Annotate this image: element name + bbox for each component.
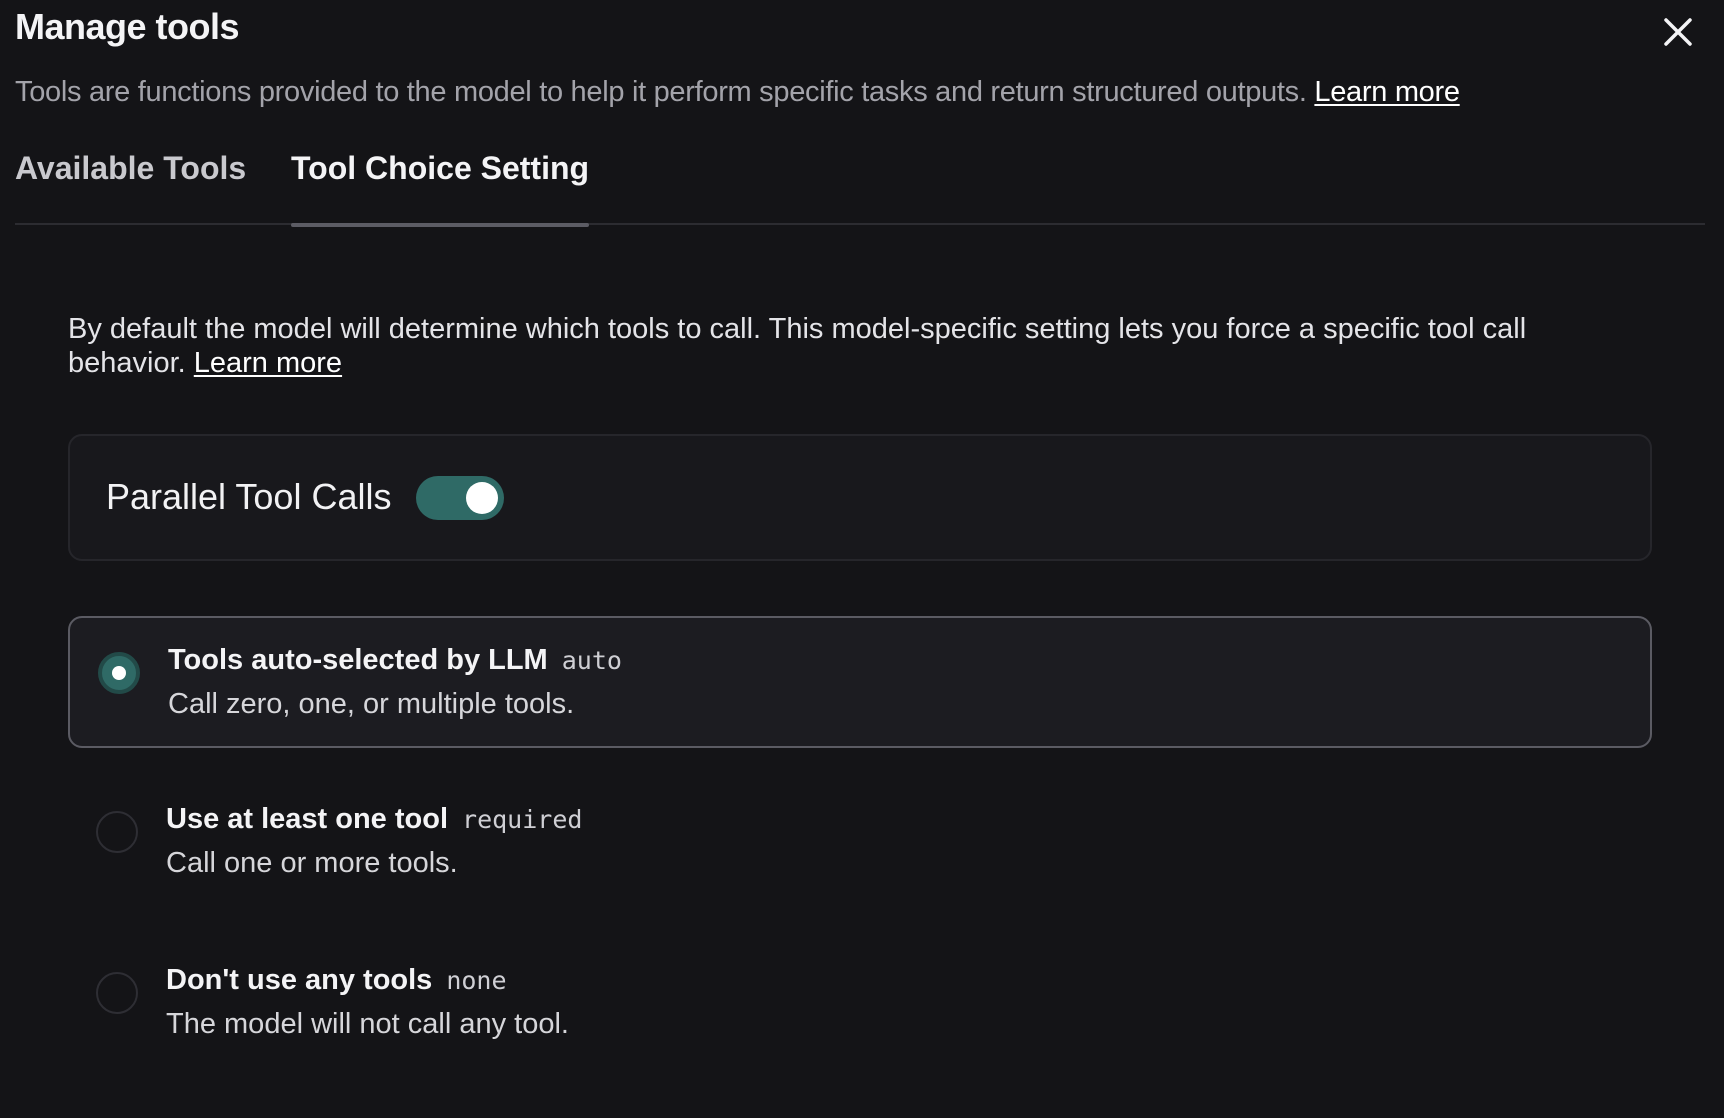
radio-none[interactable] [96, 972, 138, 1014]
option-required-label: Use at least one tool [166, 803, 449, 835]
option-none[interactable]: Don't use any tools none The model will n… [68, 938, 1652, 1070]
close-icon [1664, 18, 1692, 46]
option-none-code: none [446, 966, 507, 995]
subtitle-learn-more-link[interactable]: Learn more [1314, 76, 1460, 108]
option-none-description: The model will not call any tool. [166, 1008, 569, 1040]
option-none-title: Don't use any tools none [166, 964, 507, 997]
option-required[interactable]: Use at least one tool required Call one o… [68, 777, 1652, 909]
option-auto-title: Tools auto-selected by LLM auto [168, 644, 622, 677]
option-auto-description: Call zero, one, or multiple tools. [168, 688, 575, 720]
settings-description: By default the model will determine whic… [68, 312, 1628, 380]
tab-bar: Available Tools Tool Choice Setting [15, 140, 1705, 227]
toggle-knob [466, 482, 498, 514]
tab-tool-choice-setting[interactable]: Tool Choice Setting [291, 150, 590, 227]
parallel-tool-calls-card: Parallel Tool Calls [68, 434, 1652, 561]
subtitle-text: Tools are functions provided to the mode… [15, 76, 1307, 108]
option-auto-label: Tools auto-selected by LLM [168, 644, 548, 676]
dialog-subtitle: Tools are functions provided to the mode… [15, 76, 1460, 109]
settings-learn-more-link[interactable]: Learn more [194, 347, 342, 379]
close-button[interactable] [1656, 10, 1700, 54]
parallel-tool-calls-label: Parallel Tool Calls [106, 476, 392, 517]
option-required-title: Use at least one tool required [166, 803, 582, 836]
parallel-tool-calls-toggle[interactable] [416, 476, 504, 520]
radio-required[interactable] [96, 811, 138, 853]
tab-available-tools[interactable]: Available Tools [15, 150, 246, 223]
radio-auto[interactable] [98, 652, 140, 694]
option-required-code: required [462, 805, 583, 834]
option-required-description: Call one or more tools. [166, 847, 458, 879]
manage-tools-dialog: Manage tools Tools are functions provide… [0, 0, 1724, 1118]
dialog-title: Manage tools [15, 6, 240, 47]
option-auto-code: auto [561, 646, 622, 675]
option-none-label: Don't use any tools [166, 964, 433, 996]
option-auto[interactable]: Tools auto-selected by LLM auto Call zero… [68, 616, 1652, 748]
